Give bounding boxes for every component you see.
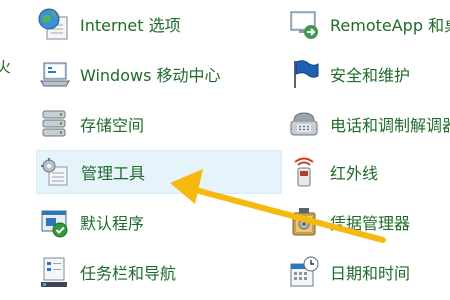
item-administrative-tools[interactable]: 管理工具 [36,150,282,194]
security-maintenance-flag-icon [286,56,322,92]
item-windows-mobility-center[interactable]: Windows 移动中心 [36,52,282,96]
item-storage-spaces[interactable]: 存储空间 [36,102,282,146]
item-label: 电话和调制解调器 [330,116,450,135]
item-taskbar-navigation[interactable]: 任务栏和导航 [36,250,282,294]
item-label: Internet 选项 [80,16,181,35]
item-credential-manager[interactable]: 凭据管理器 [286,200,450,244]
phone-modem-icon [286,106,322,142]
item-default-programs[interactable]: 默认程序 [36,200,282,244]
administrative-tools-icon [37,154,73,190]
item-label: 红外线 [330,164,379,183]
item-date-time[interactable]: 日期和时间 [286,250,450,294]
item-label: 管理工具 [81,164,146,183]
date-time-icon [286,254,322,290]
credential-manager-icon [286,204,322,240]
item-security-maintenance[interactable]: 安全和维护 [286,52,450,96]
mobility-center-icon [36,56,72,92]
infrared-icon [286,154,322,190]
item-remoteapp[interactable]: RemoteApp 和桌 [286,2,450,46]
remoteapp-icon [286,6,322,42]
item-label: 默认程序 [80,214,145,233]
storage-spaces-icon [36,106,72,142]
taskbar-navigation-icon [36,254,72,290]
item-label: RemoteApp 和桌 [330,16,450,35]
default-programs-icon [36,204,72,240]
item-label: Windows 移动中心 [80,66,221,85]
clipped-item-label: 火 [0,58,12,76]
item-label: 任务栏和导航 [80,264,177,283]
item-phone-modem[interactable]: 电话和调制解调器 [286,102,450,146]
item-label: 存储空间 [80,116,145,135]
item-label: 日期和时间 [330,264,411,283]
item-infrared[interactable]: 红外线 [286,150,450,194]
item-label: 安全和维护 [330,66,411,85]
internet-options-icon [36,6,72,42]
item-internet-options[interactable]: Internet 选项 [36,2,282,46]
item-label: 凭据管理器 [330,214,411,233]
